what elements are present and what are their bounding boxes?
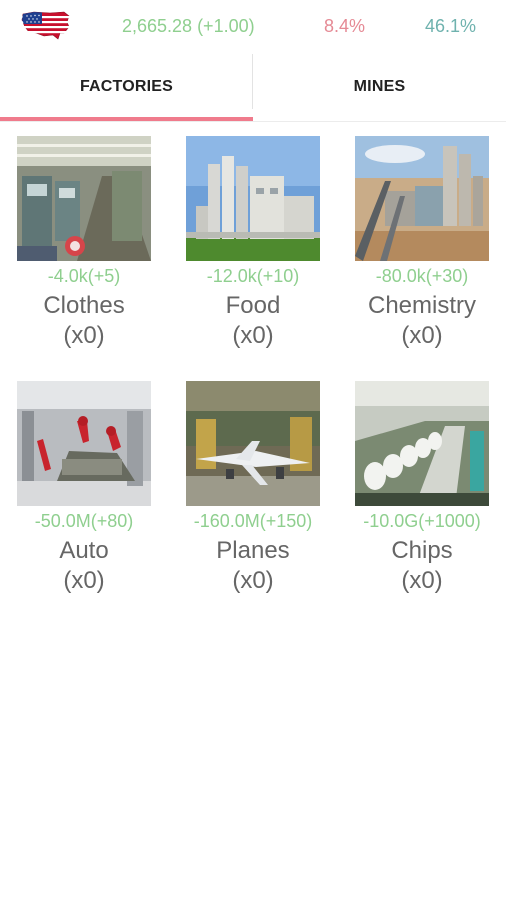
factory-name: Chemistry (367, 292, 476, 319)
top-status-bar: 2,665.28 (+1.00) 8.4% 46.1% (0, 0, 506, 52)
factory-count: (x0) (232, 322, 274, 349)
factory-cost: -80.0k(+30) (375, 266, 469, 286)
clothes-factory-photo[interactable] (17, 136, 151, 261)
factory-cost: -12.0k(+10) (206, 266, 300, 286)
tab-factories[interactable]: FACTORIES (0, 52, 253, 122)
stat-percent-two: 46.1% (425, 16, 477, 36)
factory-count: (x0) (401, 322, 443, 349)
factory-name: Planes (216, 537, 290, 564)
tab-bar-divider (0, 121, 506, 122)
plane-factory-photo[interactable] (186, 381, 320, 506)
chemistry-plant-photo[interactable] (355, 136, 489, 261)
factory-name: Chips (391, 537, 453, 564)
tab-mines[interactable]: MINES (253, 52, 506, 122)
factory-cost: -160.0M(+150) (193, 511, 313, 531)
factory-count: (x0) (63, 322, 105, 349)
factory-count: (x0) (401, 567, 443, 594)
factory-count: (x0) (63, 567, 105, 594)
factory-name: Auto (59, 537, 109, 564)
tab-bar: FACTORIES MINES (0, 52, 506, 122)
us-flag-map-icon[interactable] (20, 8, 72, 42)
chip-factory-photo[interactable] (355, 381, 489, 506)
factory-count: (x0) (232, 567, 274, 594)
factory-name: Food (225, 292, 281, 319)
money-balance: 2,665.28 (+1.00) (122, 16, 255, 36)
factory-cost: -50.0M(+80) (34, 511, 134, 531)
food-factory-photo[interactable] (186, 136, 320, 261)
factory-cost: -10.0G(+1000) (363, 511, 481, 531)
auto-factory-photo[interactable] (17, 381, 151, 506)
stat-percent-one: 8.4% (324, 16, 366, 36)
factory-cost: -4.0k(+5) (47, 266, 121, 286)
factory-name: Clothes (43, 292, 125, 319)
